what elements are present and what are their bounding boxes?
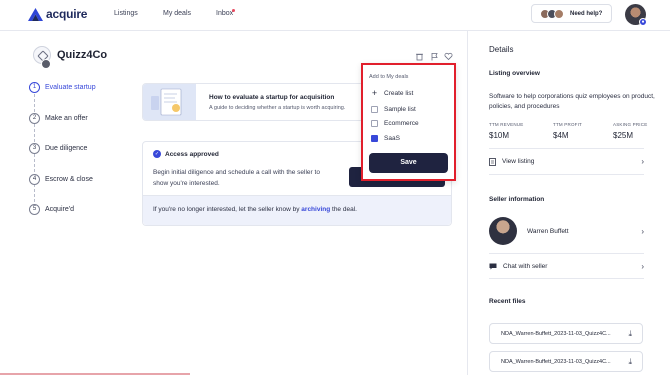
nav-link-inbox[interactable]: Inbox: [216, 10, 233, 17]
checkbox[interactable]: [371, 120, 378, 127]
step-connector: [34, 94, 35, 112]
step-label: Escrow & close: [45, 176, 93, 183]
metric-ttm-profit: TTM PROFIT $4M: [553, 122, 582, 140]
flag-icon[interactable]: [430, 52, 439, 61]
file-name: NDA_Warren-Buffett_2023-11-03_Quizz4C...: [501, 358, 611, 365]
check-circle-icon: ✓: [153, 150, 161, 158]
seller-profile-row[interactable]: Warren Buffett ›: [489, 217, 644, 245]
metric-label: ASKING PRICE: [613, 122, 648, 127]
acquire-logo-icon: [28, 7, 43, 21]
chat-with-seller-link[interactable]: Chat with seller ›: [489, 262, 644, 271]
step-connector: [34, 184, 35, 202]
chevron-right-icon: ›: [641, 157, 644, 166]
list-option-sample-list[interactable]: Sample list: [371, 106, 416, 113]
list-label: SaaS: [384, 135, 400, 142]
metric-ttm-revenue: TTM REVENUE $10M: [489, 122, 523, 140]
chat-icon: [489, 263, 497, 270]
step-label: Due diligence: [45, 145, 88, 152]
listing-description: Software to help corporations quiz emplo…: [489, 93, 655, 110]
step-connector: [34, 154, 35, 172]
step-label: Acquire'd: [45, 206, 74, 213]
chevron-right-icon: ›: [641, 262, 644, 271]
step-label: Make an offer: [45, 115, 88, 122]
guide-subtitle: A guide to deciding whether a startup is…: [209, 105, 346, 111]
company-name: Quizz4Co: [57, 49, 108, 61]
checkbox-checked[interactable]: [371, 135, 378, 142]
list-label: Sample list: [384, 106, 416, 113]
step-number: 3: [29, 143, 40, 154]
need-help-button[interactable]: Need help?: [531, 4, 612, 23]
download-icon[interactable]: ⤓: [628, 329, 632, 339]
access-description: Begin initial diligence and schedule a c…: [153, 169, 320, 187]
chat-with-seller-label: Chat with seller: [503, 263, 548, 270]
nav-link-my-deals[interactable]: My deals: [163, 10, 191, 17]
list-label: Ecommerce: [384, 120, 419, 127]
plus-icon: +: [371, 88, 378, 98]
archive-link[interactable]: archiving: [301, 206, 330, 213]
guide-title: How to evaluate a startup for acquisitio…: [209, 94, 335, 101]
step-number: 4: [29, 174, 40, 185]
seller-information-heading: Seller information: [489, 196, 545, 203]
details-sidebar: Details Listing overview Software to hel…: [467, 31, 670, 375]
divider: [489, 253, 644, 254]
step-acquired[interactable]: 5 Acquire'd: [29, 204, 74, 215]
file-item[interactable]: NDA_Warren-Buffett_2023-11-03_Quizz4C...…: [489, 351, 643, 372]
brand-logo[interactable]: acquire: [28, 7, 87, 21]
access-title: Access approved: [165, 151, 219, 158]
step-number: 1: [29, 82, 40, 93]
archive-notice: If you're no longer interested, let the …: [143, 195, 451, 225]
metric-value: $10M: [489, 131, 510, 140]
divider: [489, 174, 644, 175]
archive-suffix: the deal.: [330, 206, 357, 213]
step-number: 2: [29, 113, 40, 124]
metric-label: TTM PROFIT: [553, 122, 582, 127]
seller-avatar: [489, 217, 517, 245]
list-option-ecommerce[interactable]: Ecommerce: [371, 120, 419, 127]
metric-label: TTM REVENUE: [489, 122, 524, 127]
metric-asking-price: ASKING PRICE $25M: [613, 122, 647, 140]
dropdown-header: Add to My deals: [369, 74, 409, 80]
file-item[interactable]: NDA_Warren-Buffett_2023-11-03_Quizz4C...…: [489, 323, 643, 344]
step-number: 5: [29, 204, 40, 215]
top-nav: acquire Listings My deals Inbox Need hel…: [0, 0, 670, 31]
file-name: NDA_Warren-Buffett_2023-11-03_Quizz4C...: [501, 330, 611, 337]
divider: [489, 148, 644, 149]
step-label: Evaluate startup: [45, 84, 96, 91]
recent-files-heading: Recent files: [489, 298, 526, 305]
trash-icon[interactable]: [415, 52, 424, 61]
archive-prefix: If you're no longer interested, let the …: [153, 206, 302, 213]
step-make-an-offer[interactable]: 2 Make an offer: [29, 113, 88, 124]
download-icon[interactable]: ⤓: [628, 357, 632, 367]
create-list-option[interactable]: + Create list: [371, 88, 414, 98]
support-avatars: [540, 8, 564, 19]
chevron-right-icon: ›: [641, 226, 644, 236]
step-escrow-close[interactable]: 4 Escrow & close: [29, 174, 93, 185]
nav-link-listings[interactable]: Listings: [114, 10, 138, 17]
create-list-label: Create list: [384, 90, 414, 97]
avatar: [554, 8, 564, 19]
user-badge-icon: ●: [639, 18, 647, 26]
add-to-my-deals-dropdown: Add to My deals + Create list Sample lis…: [361, 63, 456, 181]
step-due-diligence[interactable]: 3 Due diligence: [29, 143, 87, 154]
metric-value: $25M: [613, 131, 634, 140]
step-connector: [34, 124, 35, 142]
inbox-notification-dot: [232, 9, 235, 12]
listing-overview-heading: Listing overview: [489, 70, 540, 77]
sidebar-title: Details: [489, 45, 514, 54]
view-listing-link[interactable]: View listing ›: [489, 157, 644, 166]
checkbox[interactable]: [371, 106, 378, 113]
metric-value: $4M: [553, 131, 569, 140]
brand-name: acquire: [46, 7, 88, 21]
list-option-saas[interactable]: SaaS: [371, 135, 400, 142]
step-evaluate-startup[interactable]: 1 Evaluate startup: [29, 82, 96, 93]
owner-avatar: [41, 59, 51, 69]
heart-icon[interactable]: [444, 52, 453, 61]
view-listing-label: View listing: [502, 158, 535, 165]
document-icon: [489, 157, 496, 166]
divider: [489, 278, 644, 279]
save-button[interactable]: Save: [369, 153, 448, 173]
seller-name: Warren Buffett: [527, 227, 569, 235]
guide-illustration: [143, 84, 196, 120]
need-help-label: Need help?: [570, 10, 603, 17]
